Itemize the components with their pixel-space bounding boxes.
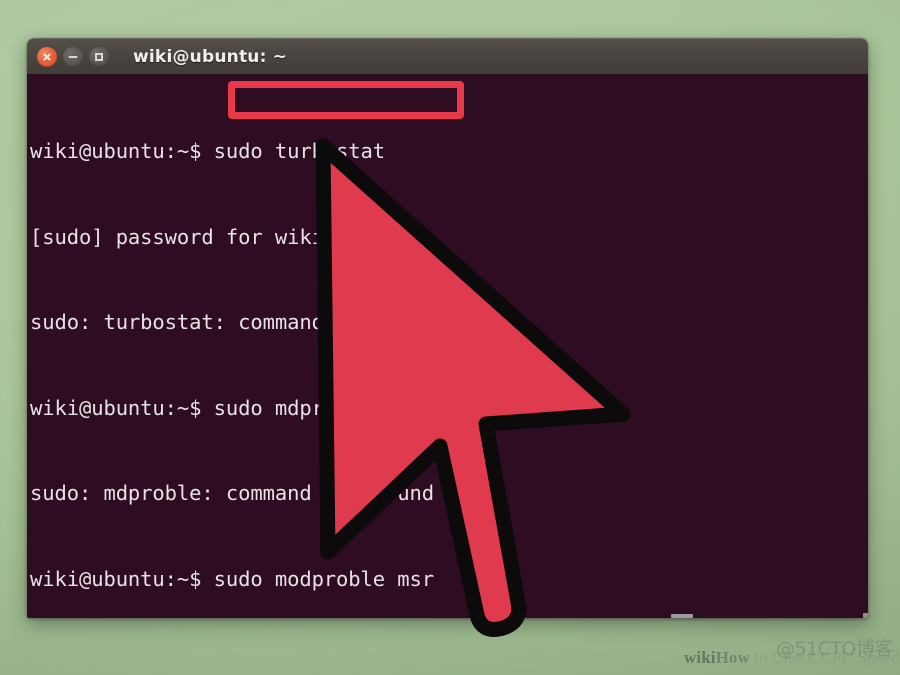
close-button[interactable] bbox=[37, 46, 57, 67]
cto-watermark: @51CTO博客 bbox=[776, 638, 894, 660]
watermark-how-text: How bbox=[715, 648, 750, 667]
minimize-button[interactable] bbox=[63, 46, 83, 67]
terminal-window[interactable]: wiki@ubuntu: ~ wiki@ubuntu:~$ sudo turbo… bbox=[27, 38, 868, 618]
watermark-wiki-text: wiki bbox=[684, 648, 716, 667]
window-corner-grip[interactable] bbox=[863, 613, 868, 618]
window-title: wiki@ubuntu: ~ bbox=[133, 46, 288, 67]
window-resize-handle[interactable] bbox=[671, 614, 693, 618]
maximize-button[interactable] bbox=[89, 46, 109, 67]
terminal-line: wiki@ubuntu:~$ sudo modproble msr bbox=[30, 566, 434, 591]
window-titlebar[interactable]: wiki@ubuntu: ~ bbox=[27, 38, 868, 74]
terminal-line: wiki@ubuntu:~$ sudo turbostat bbox=[30, 139, 386, 163]
terminal-line: [sudo] password for wiki: bbox=[30, 224, 337, 249]
terminal-line: sudo: mdproble: command not found bbox=[30, 481, 434, 505]
screenshot-root: wiki@ubuntu: ~ wiki@ubuntu:~$ sudo turbo… bbox=[0, 0, 900, 675]
terminal-output-area[interactable]: wiki@ubuntu:~$ sudo turbostat [sudo] pas… bbox=[27, 74, 868, 618]
terminal-line: wiki@ubuntu:~$ sudo mdproble msr bbox=[30, 395, 422, 420]
terminal-line: sudo: turbostat: command not found bbox=[30, 310, 447, 334]
terminal-lines: wiki@ubuntu:~$ sudo turbostat [sudo] pas… bbox=[30, 80, 868, 618]
